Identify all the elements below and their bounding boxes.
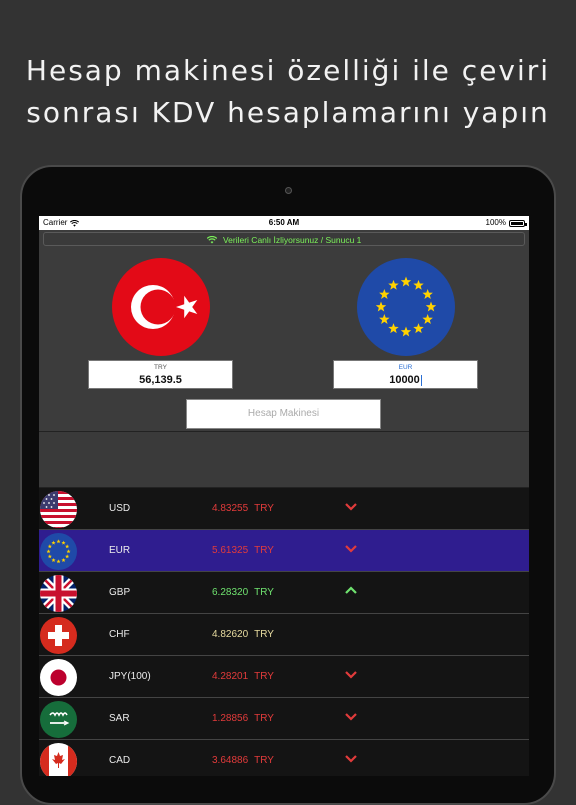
eu-flag-icon	[40, 533, 77, 570]
battery-indicator: 100%	[485, 216, 527, 230]
status-time: 6:50 AM	[268, 218, 300, 227]
app-screen: Carrier 6:50 AM 100% Verileri Canlı İzli…	[39, 216, 529, 776]
rate-value: 5.61325	[212, 545, 249, 556]
from-amount-value: 56,139.5	[139, 374, 182, 386]
status-bar: Carrier 6:50 AM 100%	[39, 216, 529, 230]
to-amount-value: 10000	[389, 374, 420, 386]
currency-rate: 4.82620 TRY	[212, 614, 274, 656]
rate-value: 6.28320	[212, 587, 249, 598]
spacer-band	[39, 432, 529, 488]
rate-row-usd[interactable]: USD 4.83255 TRY	[39, 488, 529, 530]
currency-code: GBP	[109, 587, 131, 598]
live-data-banner: Verileri Canlı İzliyorsunuz / Sunucu 1	[43, 232, 525, 246]
canada-flag-icon	[40, 743, 77, 776]
camera-icon	[285, 187, 292, 194]
to-currency-code: EUR	[398, 364, 413, 371]
trend-down-icon	[345, 755, 357, 763]
currency-code: SAR	[109, 713, 130, 724]
currency-code: EUR	[109, 545, 131, 556]
rates-list: USD 4.83255 TRY EUR 5.61325 TRY GBP 6.28…	[39, 488, 529, 776]
rate-row-cad[interactable]: CAD 3.64886 TRY	[39, 740, 529, 776]
currency-rate: 4.28201 TRY	[212, 656, 274, 698]
currency-code: CHF	[109, 629, 130, 640]
currency-rate: 3.64886 TRY	[212, 740, 274, 776]
text-cursor	[420, 374, 422, 386]
to-amount-input[interactable]: EUR 10000	[333, 360, 478, 389]
from-currency-code: TRY	[154, 364, 167, 371]
rate-unit: TRY	[254, 587, 274, 598]
currency-rate: 6.28320 TRY	[212, 572, 274, 614]
currency-code: CAD	[109, 755, 131, 766]
rate-unit: TRY	[254, 545, 274, 556]
rate-row-chf[interactable]: CHF 4.82620 TRY	[39, 614, 529, 656]
trend-down-icon	[345, 545, 357, 553]
wifi-signal-icon	[206, 235, 217, 244]
japan-flag-icon	[40, 659, 77, 696]
calculator-button[interactable]: Hesap Makinesi	[186, 399, 381, 429]
currency-code: USD	[109, 503, 131, 514]
currency-rate: 4.83255 TRY	[212, 488, 274, 530]
rate-unit: TRY	[254, 713, 274, 724]
rate-unit: TRY	[254, 629, 274, 640]
trend-up-icon	[345, 586, 357, 594]
currency-rate: 5.61325 TRY	[212, 530, 274, 572]
currency-code: JPY(100)	[109, 671, 151, 682]
from-amount-field[interactable]: TRY 56,139.5	[88, 360, 233, 389]
uk-flag-icon	[40, 575, 77, 612]
trend-down-icon	[345, 713, 357, 721]
headline-line-2: sonrası KDV hesaplamarını yapın	[26, 96, 550, 129]
rate-value: 4.28201	[212, 671, 249, 682]
rate-value: 4.83255	[212, 503, 249, 514]
rate-value: 4.82620	[212, 629, 249, 640]
rate-value: 3.64886	[212, 755, 249, 766]
rate-unit: TRY	[254, 755, 274, 766]
trend-down-icon	[345, 503, 357, 511]
rate-row-jpy[interactable]: JPY(100) 4.28201 TRY	[39, 656, 529, 698]
headline-line-1: Hesap makinesi özelliği ile çeviri	[25, 54, 551, 87]
rate-row-eur[interactable]: EUR 5.61325 TRY	[39, 530, 529, 572]
rate-unit: TRY	[254, 671, 274, 682]
rate-row-gbp[interactable]: GBP 6.28320 TRY	[39, 572, 529, 614]
rate-row-sar[interactable]: SAR 1.28856 TRY	[39, 698, 529, 740]
us-flag-icon	[40, 491, 77, 528]
battery-percent: 100%	[485, 218, 506, 227]
battery-icon	[509, 219, 527, 227]
trend-down-icon	[345, 671, 357, 679]
swiss-flag-icon	[40, 617, 77, 654]
promo-headline: Hesap makinesi özelliği ile çeviri sonra…	[0, 50, 576, 134]
currency-rate: 1.28856 TRY	[212, 698, 274, 740]
saudi-flag-icon	[40, 701, 77, 738]
rate-value: 1.28856	[212, 713, 249, 724]
eu-flag-icon[interactable]	[357, 258, 455, 356]
live-banner-text: Verileri Canlı İzliyorsunuz / Sunucu 1	[222, 234, 362, 245]
turkey-flag-icon[interactable]	[112, 258, 210, 356]
rate-unit: TRY	[254, 503, 274, 514]
